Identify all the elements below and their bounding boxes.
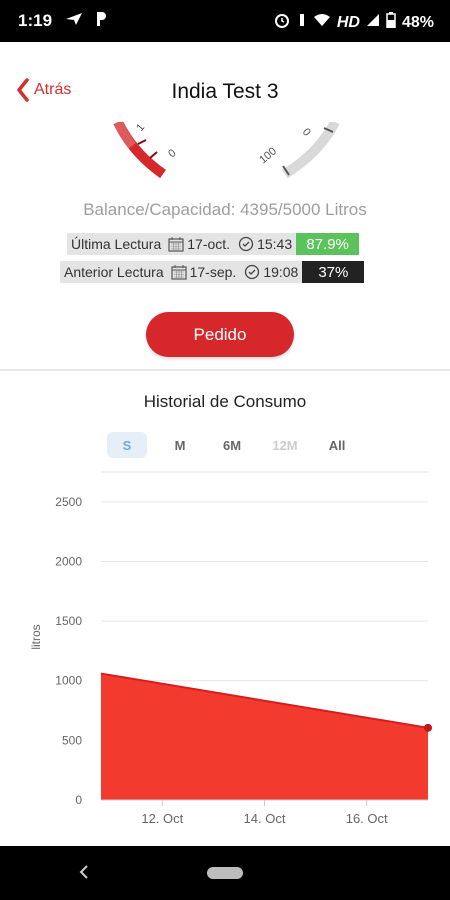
nav-back-icon[interactable] — [78, 863, 90, 886]
range-selector: S M 6M 12M All — [0, 432, 450, 458]
chart-title: Historial de Consumo — [143, 392, 307, 411]
previous-reading-info: Anterior Lectura 17-sep. 19:08 — [60, 261, 303, 283]
signal-icon — [366, 13, 380, 32]
y-tick-label: 1500 — [55, 614, 82, 628]
latest-reading-percent: 87.9% — [296, 233, 360, 255]
system-nav-bar — [0, 846, 450, 900]
current-level-gauge: 1 0 — [113, 119, 179, 179]
clock-icon — [245, 264, 260, 280]
section-divider — [0, 369, 450, 371]
range-tab-week[interactable]: S — [107, 432, 147, 458]
previous-reading-label: Anterior Lectura — [64, 264, 164, 280]
y-tick-label: 2000 — [55, 554, 82, 568]
previous-reading-percent: 37% — [302, 261, 365, 283]
alarm-icon — [273, 11, 291, 34]
nav-home-pill[interactable] — [207, 867, 243, 879]
x-tick-label: 12. Oct — [141, 811, 183, 826]
range-tab-month[interactable]: M — [160, 432, 200, 458]
latest-reading-date: 17-oct. — [187, 236, 231, 252]
status-notification-icons — [64, 11, 108, 32]
previous-reading-date: 17-sep. — [189, 264, 237, 280]
gauge-left-tick-1: 1 — [134, 122, 147, 134]
status-bar: 1:19 HD 48% — [0, 0, 450, 42]
p-icon — [94, 11, 108, 32]
range-tab-all[interactable]: All — [316, 432, 358, 458]
page-title: India Test 3 — [171, 80, 279, 103]
vibrate-icon — [297, 12, 307, 33]
header: Atrás India Test 3 — [0, 42, 450, 122]
area-series-fill — [101, 673, 428, 800]
send-icon — [64, 11, 84, 32]
consumption-chart-svg: 0 500 1000 1500 2000 2500 litros 12. Oct 14. Oct… — [29, 471, 432, 826]
gauge-left-tick-0: 0 — [166, 147, 178, 160]
y-axis-label: litros — [29, 624, 43, 649]
data-point — [424, 723, 432, 732]
previous-reading-row: Anterior Lectura 17-sep. 19:08 37% — [60, 261, 365, 283]
gauge-right-tick-0: 0 — [300, 126, 313, 138]
previous-reading-time: 19:08 — [263, 264, 299, 280]
y-tick-label: 500 — [62, 733, 82, 747]
status-time: 1:19 — [18, 11, 53, 30]
calendar-icon — [168, 237, 184, 252]
status-right-icons: HD 48% — [273, 11, 434, 34]
gauge-right-tick-100: 100 — [257, 145, 279, 166]
x-tick-label: 14. Oct — [244, 811, 286, 826]
range-tab-6-months[interactable]: 6M — [211, 432, 253, 458]
battery-percent: 48% — [401, 13, 434, 31]
latest-reading-row: Última Lectura 17-oct. 15:43 87.9% — [67, 233, 360, 255]
latest-reading-time: 15:43 — [257, 236, 293, 252]
calendar-icon — [171, 265, 187, 280]
consumption-chart: 0 500 1000 1500 2000 2500 litros 12. Oct 14. Oct… — [0, 462, 450, 842]
range-tab-12-months[interactable]: 12M — [263, 432, 307, 458]
clock-icon — [238, 236, 254, 252]
y-tick-label: 0 — [75, 793, 82, 807]
balance-capacity-text: Balance/Capacidad: 4395/5000 Litros — [83, 200, 367, 219]
wifi-icon — [313, 13, 331, 32]
network-type: HD — [336, 13, 360, 31]
y-tick-label: 2500 — [55, 495, 82, 509]
x-tick-label: 16. Oct — [346, 811, 388, 826]
previous-level-gauge: 0 100 — [257, 119, 340, 179]
battery-icon — [386, 12, 396, 33]
gauges: 1 0 0 100 — [0, 119, 450, 182]
latest-reading-label: Última Lectura — [71, 236, 162, 252]
latest-reading-info: Última Lectura 17-oct. 15:43 — [67, 233, 297, 255]
y-tick-label: 1000 — [55, 674, 82, 688]
order-button[interactable]: Pedido — [146, 312, 294, 357]
